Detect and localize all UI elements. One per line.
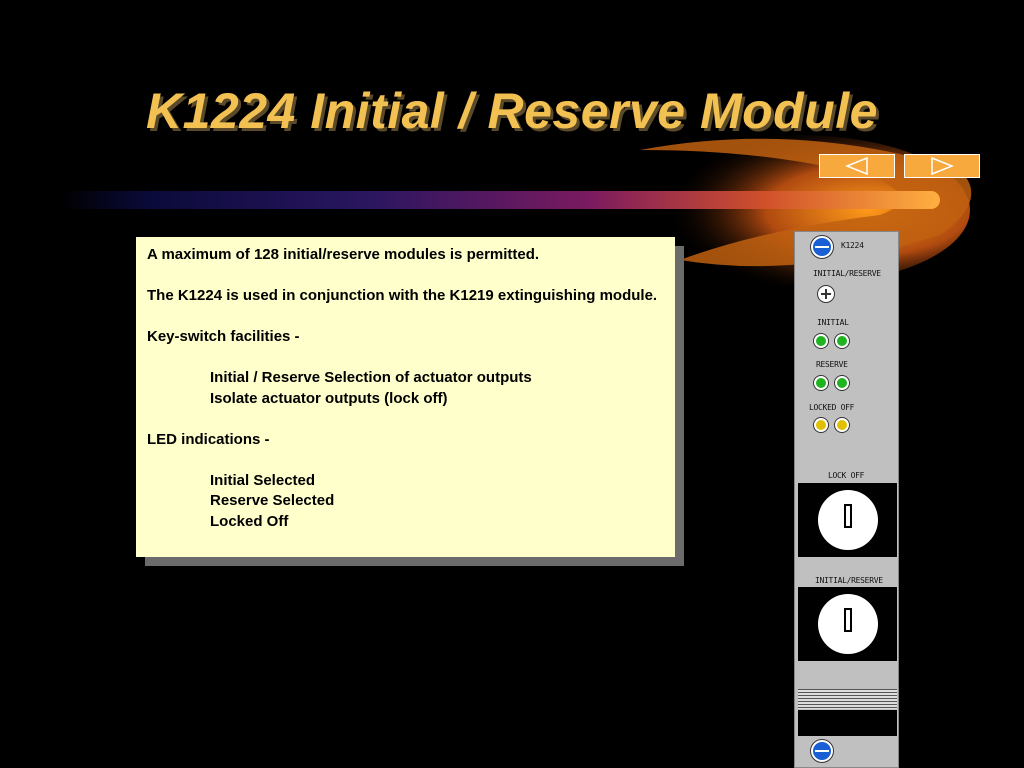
initial-reserve-key-label: INITIAL/RESERVE [815,576,883,585]
locked-off-led-2 [835,418,849,432]
locked-off-led-label: LOCKED OFF [809,403,855,412]
keyhole-icon [818,490,878,550]
slide-title: K1224 Initial / Reserve Module [146,83,878,139]
locked-off-led-1 [814,418,828,432]
module-front-panel: K1224 INITIAL/RESERVE INITIAL RESERVE LO… [794,231,899,768]
model-label: K1224 [841,241,864,250]
reserve-led-2 [835,376,849,390]
vent-grille [798,689,897,709]
right-triangle-icon [931,157,954,175]
text-line: Locked Off [210,512,289,530]
text-line: A maximum of 128 initial/reserve modules… [147,246,540,263]
next-slide-button[interactable] [904,154,980,178]
reserve-led-label: RESERVE [816,360,848,369]
text-line: Initial Selected [210,471,316,489]
initial-reserve-label: INITIAL/RESERVE [813,269,881,278]
keyhole-icon [818,594,878,654]
lock-off-keyswitch[interactable] [798,483,897,557]
initial-led-label: INITIAL [817,318,849,327]
screw-icon [811,236,833,258]
plus-button-icon[interactable] [817,285,835,303]
reserve-led-1 [814,376,828,390]
text-line: The K1224 is used in conjunction with th… [147,287,658,304]
text-line: Initial / Reserve Selection of actuator … [210,369,532,386]
initial-led-1 [814,334,828,348]
description-text-box: A maximum of 128 initial/reserve modules… [136,237,675,557]
screw-icon [811,740,833,762]
initial-reserve-keyswitch[interactable] [798,587,897,661]
lock-off-key-label: LOCK OFF [828,471,865,480]
left-triangle-icon [845,157,868,175]
text-line: Reserve Selected [210,492,335,509]
text-line: LED indications - [147,430,270,448]
text-line: Key-switch facilities - [147,328,300,345]
initial-led-2 [835,334,849,348]
previous-slide-button[interactable] [819,154,895,178]
text-line: Isolate actuator outputs (lock off) [210,389,448,407]
panel-slot [798,710,897,736]
